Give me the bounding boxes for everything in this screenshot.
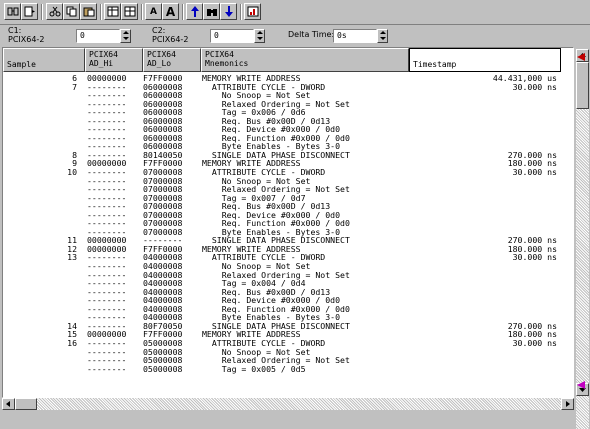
cell-ad-hi: -------- — [87, 363, 127, 374]
c1-source: PCIX64-2 — [8, 35, 45, 44]
cell-sample: 8 — [72, 149, 77, 160]
font-small-icon[interactable]: A — [145, 3, 162, 20]
copy-icon[interactable] — [63, 3, 80, 20]
column-header-sample[interactable]: Sample — [3, 48, 85, 72]
column-header-timestamp[interactable]: Timestamp — [409, 48, 561, 72]
horizontal-scroll-track[interactable] — [15, 398, 561, 410]
cell-sample: 14 — [67, 320, 77, 331]
toolbar-separator — [182, 4, 184, 20]
font-large-icon[interactable]: A — [162, 3, 179, 20]
grid-icon[interactable] — [121, 3, 138, 20]
cell-sample: 11 — [67, 235, 77, 246]
horizontal-scroll-thumb[interactable] — [15, 398, 37, 410]
column-header-sample-label: Sample — [7, 60, 36, 69]
toolbar-separator — [41, 4, 43, 20]
column-header-ad-hi-label: AD_Hi — [89, 59, 114, 68]
column-header-ad-hi-source: PCIX64 — [89, 50, 118, 59]
cell-timestamp: 30.000 ns — [512, 81, 557, 92]
cell-sample: 6 — [72, 73, 77, 83]
listing-rows: 6 00000000 F7FF0000 MEMORY WRITE ADDRESS 44.… — [3, 74, 573, 373]
c2-label: C2: — [152, 26, 166, 35]
cursor-c2-marker-icon[interactable] — [577, 381, 585, 389]
pin-icon[interactable] — [4, 3, 21, 20]
delta-time-spinner[interactable] — [377, 29, 388, 43]
cell-sample: 15 — [67, 329, 77, 340]
cell-mnemonic: Tag = 0x005 / 0d5 — [202, 363, 306, 374]
cell-sample: 7 — [72, 81, 77, 92]
cursor-c1-marker-icon[interactable] — [577, 53, 585, 61]
table-icon[interactable] — [104, 3, 121, 20]
scroll-left-button[interactable] — [2, 398, 15, 410]
cell-timestamp: 30.000 ns — [512, 252, 557, 263]
delta-time-label: Delta Time: — [288, 30, 335, 39]
toolbar-separator — [100, 4, 102, 20]
column-header-ad-lo-label: AD_Lo — [147, 59, 172, 68]
toolbar: A A — [0, 0, 590, 25]
paste-icon[interactable] — [80, 3, 97, 20]
cell-timestamp: 30.000 ns — [512, 337, 557, 348]
toolbar-separator — [240, 4, 242, 20]
listing-view: Sample PCIX64 AD_Hi PCIX64 AD_Lo PCIX64 … — [2, 47, 574, 398]
cell-sample: 12 — [67, 243, 77, 254]
cell-sample: 10 — [67, 167, 77, 178]
cursor-control-bar: C1: PCIX64-2 0 C2: PCIX64-2 0 Delta Time… — [0, 25, 590, 47]
cell-ad-lo: 05000008 — [143, 363, 183, 374]
arrow-up-icon[interactable] — [186, 3, 203, 20]
table-row[interactable]: -------- 05000008 Tag = 0x005 / 0d5 — [3, 365, 573, 374]
scroll-thumb[interactable] — [576, 62, 589, 109]
vertical-scrollbar[interactable] — [574, 47, 590, 429]
chart-icon[interactable] — [244, 3, 261, 20]
c1-field[interactable]: 0 — [76, 29, 120, 43]
column-header-ad-lo[interactable]: PCIX64 AD_Lo — [143, 48, 201, 72]
cell-timestamp: 30.000 ns — [512, 167, 557, 178]
run-icon[interactable] — [21, 3, 38, 20]
scroll-right-button[interactable] — [561, 398, 574, 410]
column-header-ad-hi[interactable]: PCIX64 AD_Hi — [85, 48, 143, 72]
cell-sample: 9 — [72, 158, 77, 169]
column-header-mnemonics-label: Mnemonics — [205, 59, 249, 68]
column-header-mnemonics-source: PCIX64 — [205, 50, 234, 59]
horizontal-scrollbar[interactable] — [2, 398, 574, 410]
cut-icon[interactable] — [46, 3, 63, 20]
cell-sample: 13 — [67, 252, 77, 263]
binoculars-icon[interactable] — [203, 3, 220, 20]
delta-time-field[interactable]: 0s — [333, 29, 377, 43]
c2-field[interactable]: 0 — [210, 29, 254, 43]
c2-source: PCIX64-2 — [152, 35, 189, 44]
cell-sample: 16 — [67, 337, 77, 348]
c2-spinner[interactable] — [254, 29, 265, 43]
column-header-timestamp-label: Timestamp — [413, 60, 457, 69]
column-header-ad-lo-source: PCIX64 — [147, 50, 176, 59]
arrow-down-icon[interactable] — [220, 3, 237, 20]
c1-label: C1: — [8, 26, 22, 35]
c1-spinner[interactable] — [120, 29, 131, 43]
column-header-mnemonics[interactable]: PCIX64 Mnemonics — [201, 48, 409, 72]
toolbar-separator — [141, 4, 143, 20]
